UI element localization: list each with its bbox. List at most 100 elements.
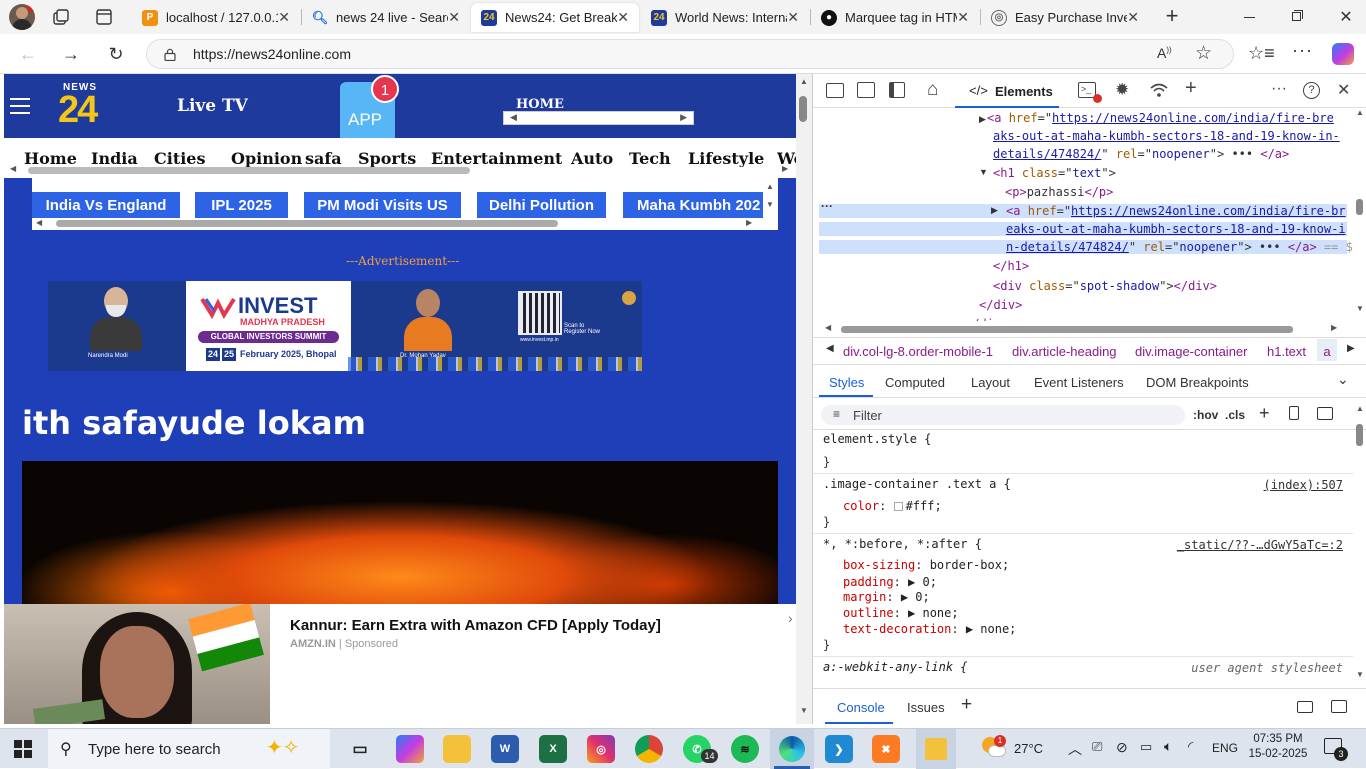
dom-node-line[interactable]: </div> bbox=[965, 317, 1008, 321]
paint-icon[interactable] bbox=[1289, 406, 1299, 420]
favorites-icon[interactable]: ☆≡ bbox=[1248, 43, 1275, 64]
article-fire-image[interactable] bbox=[22, 461, 778, 606]
trending-scroll-left-icon[interactable]: ◀ bbox=[36, 218, 42, 227]
breadcrumb-item[interactable]: h1.text bbox=[1267, 344, 1306, 359]
computed-sidebar-icon[interactable] bbox=[1317, 407, 1333, 420]
dom-node-line[interactable]: <a href="https://news24online.com/india/… bbox=[987, 111, 1334, 125]
instagram-icon[interactable]: ◎ bbox=[587, 735, 615, 763]
chevron-right-icon[interactable]: › bbox=[788, 610, 793, 626]
copilot-taskbar-icon[interactable] bbox=[396, 735, 424, 763]
help-icon[interactable]: ? bbox=[1303, 82, 1320, 99]
file-explorer-icon[interactable] bbox=[443, 735, 471, 763]
breadcrumb-item[interactable]: a bbox=[1317, 339, 1337, 361]
header-marquee-scrollbar[interactable]: ◀ ▶ bbox=[503, 111, 694, 125]
css-property[interactable]: padding: ▶ 0; bbox=[843, 575, 937, 589]
more-menu-icon[interactable]: ··· bbox=[1292, 40, 1313, 61]
css-property[interactable]: margin: ▶ 0; bbox=[843, 590, 930, 604]
close-drawer-icon[interactable] bbox=[1331, 700, 1347, 713]
nav-scrollbar[interactable] bbox=[28, 167, 470, 174]
close-devtools-icon[interactable]: ✕ bbox=[1337, 80, 1350, 100]
tab-localhost[interactable]: P localhost / 127.0.0.1 ✕ bbox=[132, 3, 300, 32]
dom-scrollbar-h[interactable]: ◀ ▶ bbox=[813, 323, 1353, 335]
edge-icon[interactable] bbox=[770, 729, 814, 769]
css-rule-selector[interactable]: a:-webkit-any-link { bbox=[823, 660, 968, 674]
word-icon[interactable]: W bbox=[491, 735, 519, 763]
welcome-home-icon[interactable]: ⌂ bbox=[927, 79, 938, 101]
restore-button[interactable] bbox=[1288, 8, 1308, 26]
tab-elements[interactable]: </> Elements bbox=[955, 74, 1059, 108]
advertisement-banner[interactable]: Narendra Modi INVEST MADHYA PRADESH GLOB… bbox=[48, 281, 642, 371]
nav-cities[interactable]: Cities bbox=[154, 149, 205, 167]
taskbar-search-box[interactable]: ⚲ Type here to search ✦✧ bbox=[48, 729, 330, 769]
device-emulation-icon[interactable] bbox=[857, 82, 875, 98]
windows-start-icon[interactable] bbox=[14, 740, 32, 758]
tab-marquee[interactable]: ● Marquee tag in HTML ✕ bbox=[811, 3, 979, 32]
chrome-icon[interactable] bbox=[635, 735, 663, 763]
workspaces-icon[interactable] bbox=[52, 8, 70, 26]
favorite-star-icon[interactable]: ☆ bbox=[1195, 42, 1212, 65]
breadcrumb-item[interactable]: div.col-lg-8.order-mobile-1 bbox=[843, 344, 993, 359]
trending-delhi-pollution[interactable]: Delhi Pollution bbox=[477, 192, 606, 218]
devtools-more-icon[interactable]: ··· bbox=[1271, 80, 1287, 98]
nav-lifestyle[interactable]: Lifestyle bbox=[688, 149, 764, 167]
dock-side-icon[interactable] bbox=[889, 82, 905, 98]
trending-scroll-up-icon[interactable]: ▲ bbox=[766, 182, 774, 191]
styles-filter-input[interactable]: ≡ Filter bbox=[821, 405, 1185, 425]
lock-icon[interactable] bbox=[164, 48, 176, 62]
expand-triangle-icon[interactable]: ▼ bbox=[979, 167, 988, 177]
page-vertical-scrollbar[interactable]: ▲ ▼ bbox=[796, 74, 812, 724]
close-icon[interactable]: ✕ bbox=[957, 9, 969, 26]
copilot-icon[interactable] bbox=[1332, 43, 1354, 65]
xampp-icon[interactable]: ✖ bbox=[872, 735, 900, 763]
hov-toggle[interactable]: :hov bbox=[1193, 408, 1218, 422]
trending-ipl-2025[interactable]: IPL 2025 bbox=[195, 192, 288, 218]
css-rule-selector[interactable]: *, *:before, *:after { bbox=[823, 537, 982, 551]
tab-search[interactable]: 🔍︎ news 24 live - Search ✕ bbox=[302, 3, 470, 32]
close-window-button[interactable]: ✕ bbox=[1336, 7, 1356, 27]
language-indicator[interactable]: ENG bbox=[1212, 741, 1238, 755]
close-icon[interactable]: ✕ bbox=[448, 9, 460, 26]
wifi-icon[interactable]: ◜ bbox=[1188, 738, 1193, 755]
tab-issues[interactable]: Issues bbox=[907, 700, 945, 715]
new-style-rule-icon[interactable]: + bbox=[1259, 403, 1270, 424]
forward-button[interactable]: → bbox=[59, 42, 83, 66]
css-property[interactable]: color: #fff; bbox=[843, 499, 942, 513]
tab-news24[interactable]: 24 News24: Get Breaking ✕ bbox=[471, 3, 639, 32]
cls-toggle[interactable]: .cls bbox=[1225, 408, 1245, 422]
close-icon[interactable]: ✕ bbox=[1127, 9, 1139, 26]
nav-auto[interactable]: Auto bbox=[571, 149, 613, 167]
back-button[interactable]: ← bbox=[16, 42, 40, 66]
profile-avatar[interactable] bbox=[9, 4, 35, 30]
dom-node-line[interactable]: </h1> bbox=[993, 259, 1029, 273]
sync-icon[interactable]: ⊘ bbox=[1116, 739, 1128, 756]
css-rule-source[interactable]: (index):507 bbox=[1264, 478, 1343, 492]
nav-safa[interactable]: safa bbox=[305, 149, 342, 167]
nav-scroll-left-icon[interactable]: ◀ bbox=[10, 164, 16, 173]
battery-icon[interactable]: ▭ bbox=[1140, 739, 1152, 755]
vscode-icon[interactable]: ❯ bbox=[825, 735, 853, 763]
tab-styles[interactable]: Styles bbox=[829, 375, 864, 390]
close-icon[interactable]: ✕ bbox=[787, 9, 799, 26]
close-icon[interactable]: ✕ bbox=[278, 9, 290, 26]
css-property[interactable]: outline: ▶ none; bbox=[843, 606, 959, 620]
add-drawer-tab-icon[interactable]: + bbox=[961, 694, 972, 716]
read-aloud-icon[interactable]: A)) bbox=[1157, 45, 1172, 61]
css-property[interactable]: box-sizing: border-box; bbox=[843, 558, 1009, 572]
site-logo[interactable]: NEWS 24 bbox=[58, 82, 108, 132]
nav-sports[interactable]: Sports bbox=[358, 149, 416, 167]
spotify-icon[interactable]: ≋ bbox=[731, 735, 759, 763]
sponsored-ad-title[interactable]: Kannur: Earn Extra with Amazon CFD [Appl… bbox=[290, 617, 661, 634]
sources-bug-icon[interactable]: ✹ bbox=[1115, 80, 1129, 100]
nav-opinion[interactable]: Opinion bbox=[231, 149, 302, 167]
tab-dom-breakpoints[interactable]: DOM Breakpoints bbox=[1146, 375, 1249, 390]
file-manager-icon[interactable] bbox=[916, 729, 956, 769]
dom-node-line[interactable]: n-details/474824/" rel="noopener"> ••• <… bbox=[819, 240, 1353, 254]
tab-computed[interactable]: Computed bbox=[885, 375, 945, 390]
expand-triangle-icon[interactable]: ▶ bbox=[979, 114, 986, 125]
dom-node-line[interactable]: details/474824/" rel="noopener"> ••• </a… bbox=[993, 147, 1289, 161]
tab-world-news[interactable]: 24 World News: Internat ✕ bbox=[641, 3, 809, 32]
breadcrumb-item[interactable]: div.image-container bbox=[1135, 344, 1247, 359]
clock[interactable]: 07:35 PM 15-02-2025 bbox=[1248, 732, 1308, 762]
sponsored-ad-card[interactable]: Kannur: Earn Extra with Amazon CFD [Appl… bbox=[4, 604, 796, 724]
dom-node-line[interactable]: </div> bbox=[979, 298, 1022, 312]
